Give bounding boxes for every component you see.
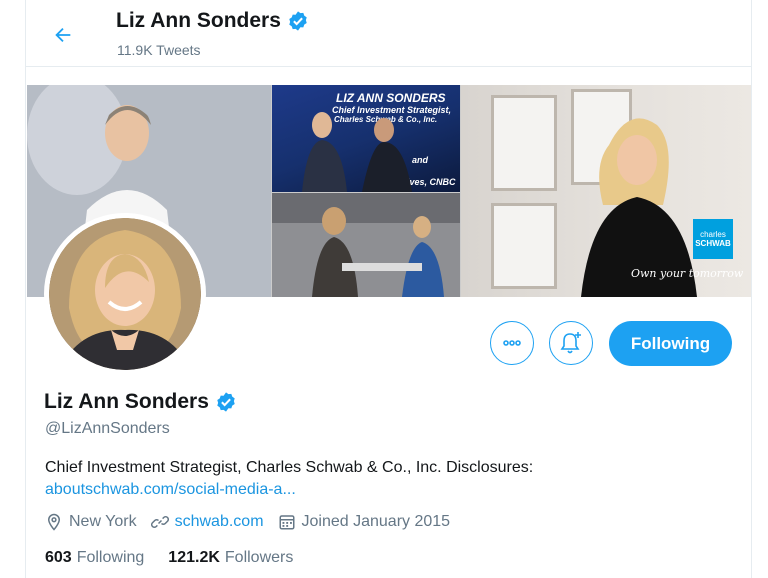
tweets-count: 11.9K Tweets bbox=[117, 42, 201, 58]
avatar[interactable] bbox=[44, 213, 206, 375]
more-options-button[interactable] bbox=[490, 321, 534, 365]
website-link[interactable]: schwab.com bbox=[175, 513, 264, 531]
profile-bio: Chief Investment Strategist, Charles Sch… bbox=[45, 457, 725, 501]
following-button[interactable]: Following bbox=[609, 321, 732, 366]
avatar-image bbox=[49, 218, 201, 370]
more-icon bbox=[503, 340, 521, 346]
bio-text: Chief Investment Strategist, Charles Sch… bbox=[45, 459, 534, 476]
profile-column: Liz Ann Sonders 11.9K Tweets LIZ ANN SON… bbox=[25, 0, 752, 578]
location-pin-icon bbox=[47, 513, 61, 531]
header-name: Liz Ann Sonders bbox=[116, 9, 281, 32]
bio-link[interactable]: aboutschwab.com/social-media-a... bbox=[45, 479, 725, 501]
profile-meta: New York schwab.com Joined January 2015 bbox=[45, 513, 464, 531]
bell-plus-icon bbox=[560, 332, 581, 354]
profile-handle: @LizAnnSonders bbox=[45, 420, 170, 437]
profile-header-bar: Liz Ann Sonders 11.9K Tweets bbox=[26, 0, 751, 67]
banner-photo-portrait bbox=[461, 85, 751, 297]
following-count-link[interactable]: 603 Following bbox=[45, 549, 144, 567]
arrow-left-icon bbox=[55, 27, 71, 43]
back-button[interactable] bbox=[48, 20, 78, 50]
notifications-button[interactable] bbox=[549, 321, 593, 365]
following-count: 603 bbox=[45, 549, 72, 566]
banner-photo-stage: LIZ ANN SONDERS Chief Investment Strateg… bbox=[272, 85, 460, 192]
following-label: Following bbox=[76, 549, 145, 566]
website-item[interactable]: schwab.com bbox=[150, 513, 264, 531]
schwab-logo: charles SCHWAB bbox=[693, 219, 733, 259]
logo-line-2: SCHWAB bbox=[695, 239, 731, 248]
profile-counts: 603 Following 121.2K Followers bbox=[45, 549, 317, 567]
profile-name: Liz Ann Sonders bbox=[44, 390, 209, 413]
banner-tagline: Own your tomorrow bbox=[631, 267, 744, 280]
banner-photo-studio bbox=[272, 193, 460, 297]
joined-item: Joined January 2015 bbox=[278, 513, 451, 531]
followers-label: Followers bbox=[224, 549, 294, 566]
link-icon bbox=[150, 515, 169, 529]
followers-count-link[interactable]: 121.2K Followers bbox=[168, 549, 293, 567]
profile-name-row: Liz Ann Sonders bbox=[44, 390, 237, 414]
verified-badge-icon bbox=[289, 11, 307, 31]
location-item: New York bbox=[45, 513, 137, 531]
logo-line-1: charles bbox=[700, 230, 726, 239]
calendar-icon bbox=[279, 515, 295, 530]
verified-badge-icon bbox=[217, 392, 235, 412]
followers-count: 121.2K bbox=[168, 549, 220, 566]
location-text: New York bbox=[69, 513, 137, 530]
joined-text: Joined January 2015 bbox=[301, 513, 451, 530]
header-title: Liz Ann Sonders bbox=[116, 9, 309, 33]
